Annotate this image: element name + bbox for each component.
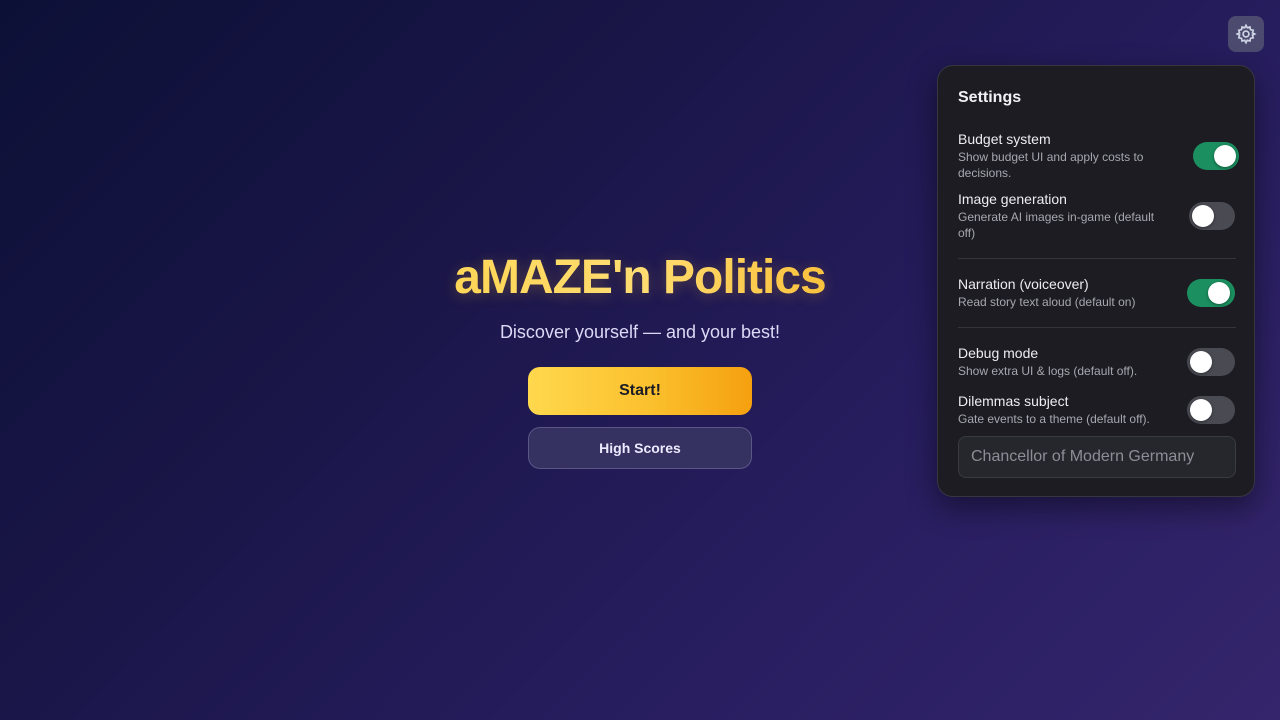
high-scores-button[interactable]: High Scores: [528, 427, 752, 469]
narration-toggle[interactable]: [1187, 279, 1235, 307]
settings-title: Settings: [958, 89, 1022, 106]
dilemmas-subject-input[interactable]: [958, 436, 1236, 478]
divider: [958, 327, 1236, 328]
toggle-knob: [1190, 399, 1212, 421]
toggle-knob: [1192, 205, 1214, 227]
game-title: aMAZE'n Politics: [340, 250, 940, 305]
debug-mode-toggle[interactable]: [1187, 348, 1235, 376]
game-subtitle: Discover yourself — and your best!: [499, 322, 781, 342]
setting-label: Budget system: [958, 131, 1051, 147]
divider: [958, 258, 1236, 259]
image-generation-toggle[interactable]: [1189, 202, 1235, 230]
start-button[interactable]: Start!: [528, 367, 752, 415]
setting-description: Show budget UI and apply costs to decisi…: [958, 150, 1144, 180]
budget-system-toggle[interactable]: [1193, 142, 1239, 170]
toggle-knob: [1190, 351, 1212, 373]
toggle-knob: [1208, 282, 1230, 304]
dilemmas-subject-toggle[interactable]: [1187, 396, 1235, 424]
toggle-knob: [1214, 145, 1236, 167]
setting-description: Generate AI images in-game (default off): [958, 210, 1155, 240]
settings-panel: Settings Budget system Show budget UI an…: [937, 65, 1255, 497]
